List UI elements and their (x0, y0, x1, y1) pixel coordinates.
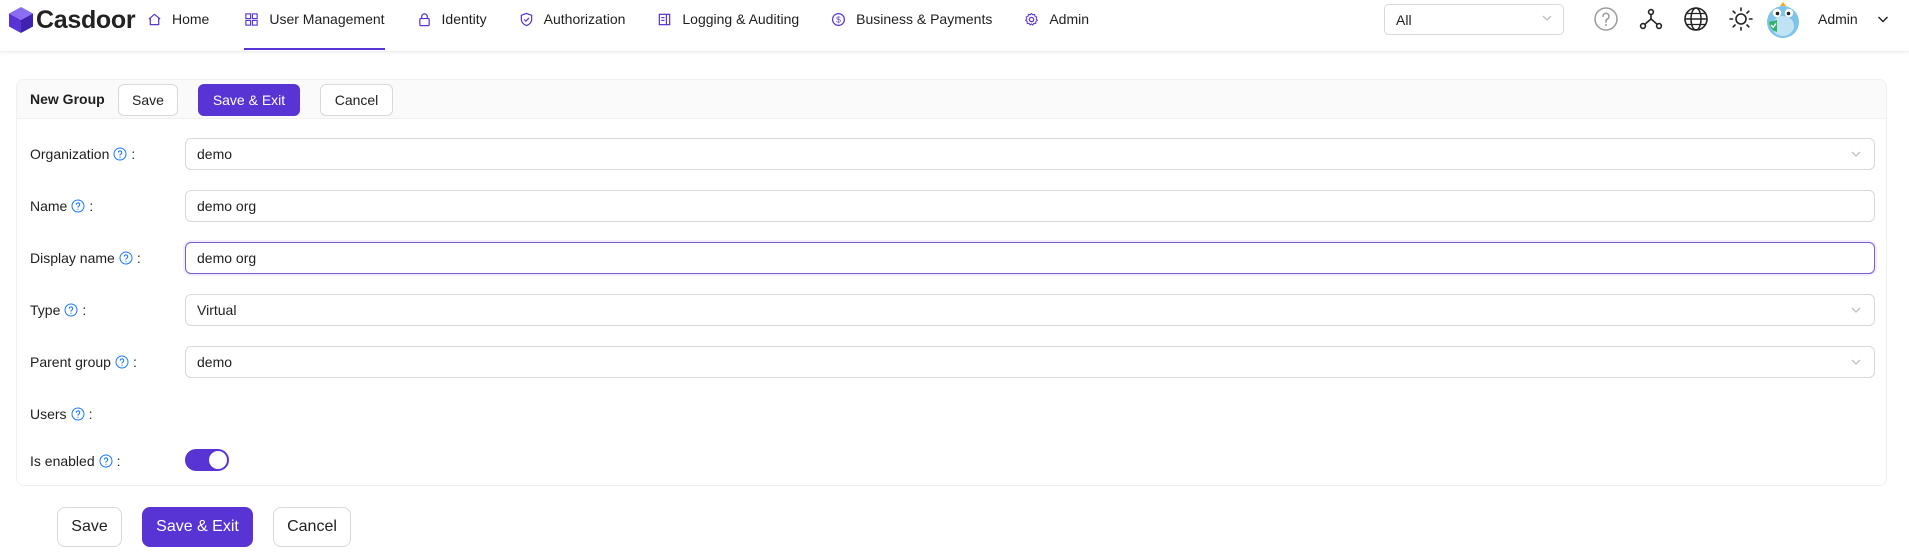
casdoor-logo[interactable]: Casdoor (8, 4, 136, 36)
app-name: Casdoor (36, 5, 136, 34)
avatar[interactable] (1765, 0, 1801, 38)
help-icon[interactable] (99, 454, 113, 468)
organization-select[interactable]: demo (185, 138, 1875, 170)
cancel-button-bottom[interactable]: Cancel (273, 507, 351, 547)
is-enabled-switch[interactable] (185, 449, 229, 471)
save-exit-button-bottom[interactable]: Save & Exit (142, 507, 253, 547)
parent-group-label: Parent group : (30, 354, 137, 370)
organization-selector[interactable]: All (1384, 4, 1564, 35)
home-icon (147, 12, 162, 27)
chevron-down-icon (1851, 151, 1861, 157)
nav-label: Home (172, 11, 210, 27)
card-header: New Group Save Save & Exit Cancel (17, 80, 1886, 119)
gear-icon (1024, 12, 1039, 27)
help-icon[interactable] (64, 303, 78, 317)
help-icon[interactable] (113, 147, 127, 161)
nav-item-logging-auditing[interactable]: Logging & Auditing (657, 0, 799, 52)
new-group-card: New Group Save Save & Exit Cancel Organi… (16, 79, 1887, 486)
type-select[interactable]: Virtual (185, 294, 1875, 326)
svg-text:$: $ (836, 15, 841, 25)
main-nav: Home User Management Identity Authorizat… (147, 0, 1089, 52)
chevron-down-icon (1542, 15, 1552, 21)
save-exit-button[interactable]: Save & Exit (198, 84, 300, 116)
help-icon[interactable] (71, 199, 85, 213)
nav-label: Logging & Auditing (682, 11, 800, 27)
save-button[interactable]: Save (118, 84, 178, 116)
organization-selector-value: All (1396, 11, 1412, 28)
organization-select-value: demo (197, 146, 233, 162)
is-enabled-label: Is enabled : (30, 453, 121, 469)
organization-label: Organization : (30, 146, 136, 162)
network-icon[interactable] (1638, 6, 1664, 32)
nav-item-home[interactable]: Home (147, 0, 209, 52)
help-icon[interactable] (1593, 6, 1619, 32)
nav-label: User Management (269, 11, 385, 27)
help-icon[interactable] (119, 251, 133, 265)
chevron-down-icon[interactable] (1877, 13, 1889, 25)
switch-knob (209, 451, 227, 469)
globe-icon[interactable] (1683, 6, 1709, 32)
chevron-down-icon (1851, 307, 1861, 313)
chevron-down-icon (1851, 359, 1861, 365)
nav-item-authorization[interactable]: Authorization (519, 0, 626, 52)
nav-label: Authorization (543, 11, 626, 27)
name-label: Name : (30, 198, 94, 214)
type-label: Type : (30, 302, 87, 318)
display-name-label: Display name : (30, 250, 141, 266)
name-input[interactable]: demo org (185, 190, 1875, 222)
nav-item-admin[interactable]: Admin (1024, 0, 1089, 52)
log-icon (657, 12, 672, 27)
help-icon[interactable] (71, 407, 85, 421)
casdoor-cube-icon (9, 7, 33, 33)
lock-icon (417, 12, 432, 27)
users-label: Users : (30, 406, 93, 422)
user-name[interactable]: Admin (1818, 11, 1858, 27)
top-navbar: Casdoor Home User Management Identity Au… (0, 0, 1909, 52)
sun-icon[interactable] (1728, 6, 1754, 32)
help-icon[interactable] (115, 355, 129, 369)
dollar-icon: $ (831, 12, 846, 27)
cancel-button[interactable]: Cancel (320, 84, 393, 116)
display-name-input[interactable]: demo org (185, 242, 1875, 274)
save-button-bottom[interactable]: Save (57, 507, 122, 547)
nav-item-identity[interactable]: Identity (417, 0, 487, 52)
nav-label: Identity (441, 11, 487, 27)
grid-icon (244, 12, 259, 27)
nav-item-business-payments[interactable]: $ Business & Payments (831, 0, 992, 52)
nav-label: Business & Payments (856, 11, 993, 27)
shield-icon (519, 12, 534, 27)
nav-item-user-management[interactable]: User Management (244, 0, 385, 52)
nav-label: Admin (1049, 11, 1090, 27)
page-title: New Group (30, 91, 105, 107)
parent-group-select[interactable]: demo (185, 346, 1875, 378)
